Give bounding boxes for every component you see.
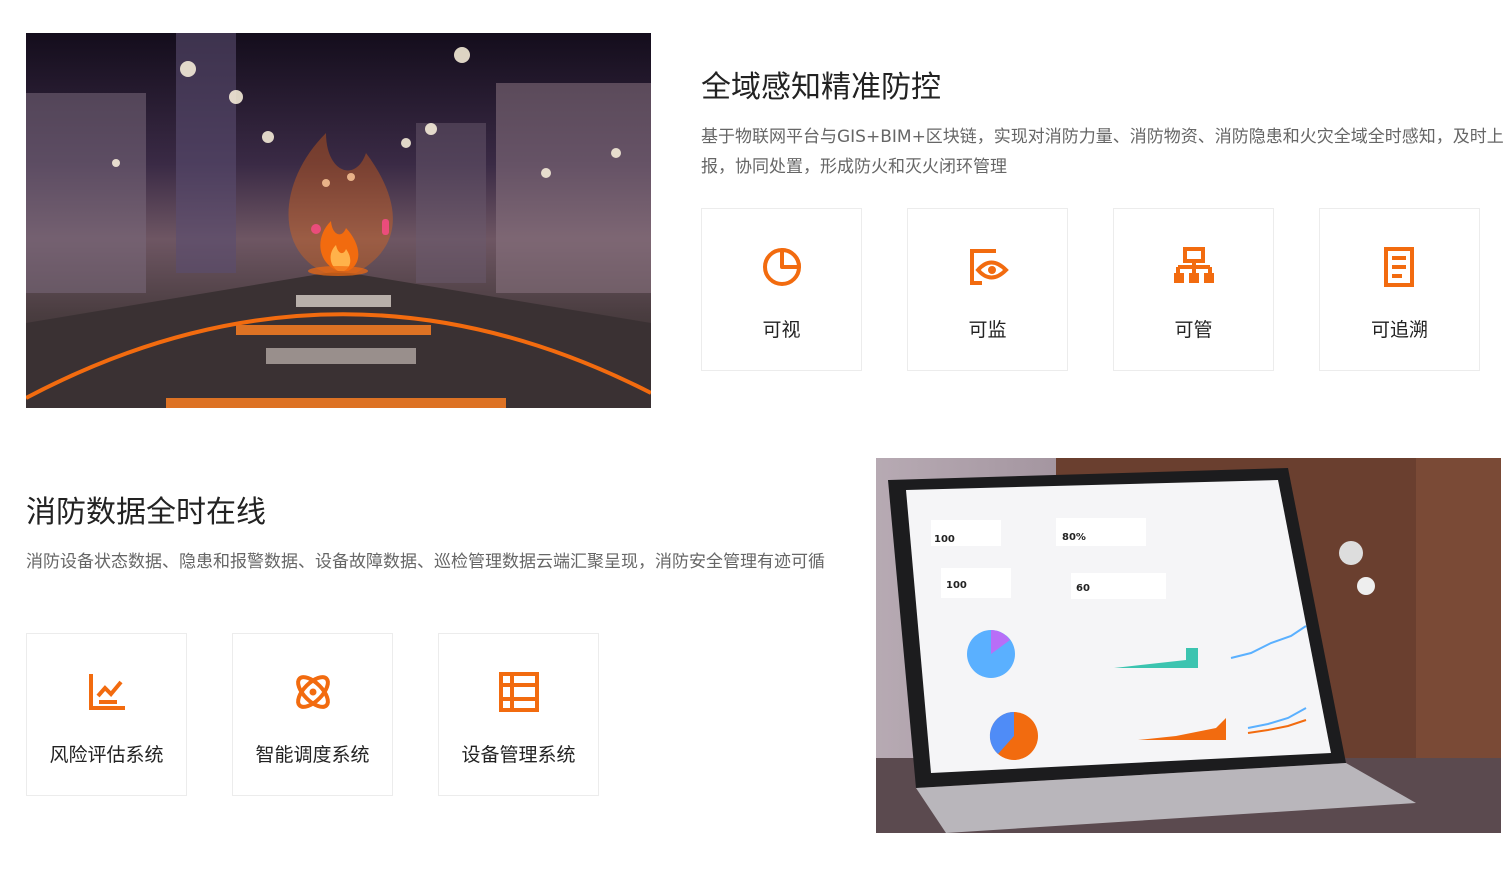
feature-card-device-management[interactable]: 设备管理系统 (438, 633, 599, 796)
section1-description: 基于物联网平台与GIS+BIM+区块链，实现对消防力量、消防物资、消防隐患和火灾… (701, 127, 1504, 177)
feature-card-smart-dispatch[interactable]: 智能调度系统 (232, 633, 393, 796)
dashboard-stat: 80% (1062, 532, 1086, 543)
feature-card-monitor[interactable]: 可监 (907, 208, 1068, 371)
feature-card-risk-assessment[interactable]: 风险评估系统 (26, 633, 187, 796)
network-hierarchy-icon (1172, 245, 1216, 289)
section1-title: 全域感知精准防控 (701, 70, 941, 105)
feature-label: 智能调度系统 (255, 744, 370, 766)
laptop-dashboard-photo: 100 80% 100 60 (876, 458, 1501, 833)
feature-card-traceable[interactable]: 可追溯 (1319, 208, 1480, 371)
document-list-icon (1378, 245, 1422, 289)
feature-label: 可监 (968, 319, 1007, 341)
pie-chart-icon (760, 245, 804, 289)
laptop-illustration: 100 80% 100 60 (876, 458, 1501, 833)
feature-label: 可视 (762, 319, 801, 341)
feature-label: 可管 (1174, 319, 1213, 341)
orbit-dispatch-icon (291, 670, 335, 714)
dashboard-stat: 60 (1076, 583, 1090, 594)
feature-card-visible[interactable]: 可视 (701, 208, 862, 371)
street-fire-illustration (26, 33, 651, 408)
eye-monitor-icon (966, 245, 1010, 289)
section2-title: 消防数据全时在线 (26, 495, 266, 530)
feature-label: 设备管理系统 (461, 744, 576, 766)
trend-chart-icon (85, 670, 129, 714)
street-fire-photo (26, 33, 651, 408)
section2-description: 消防设备状态数据、隐患和报警数据、设备故障数据、巡检管理数据云端汇聚呈现，消防安… (26, 552, 825, 572)
dashboard-stat: 100 (946, 580, 967, 591)
feature-label: 风险评估系统 (49, 744, 164, 766)
list-manage-icon (497, 670, 541, 714)
feature-card-manage[interactable]: 可管 (1113, 208, 1274, 371)
dashboard-stat: 100 (934, 534, 955, 545)
feature-label: 可追溯 (1370, 319, 1428, 341)
